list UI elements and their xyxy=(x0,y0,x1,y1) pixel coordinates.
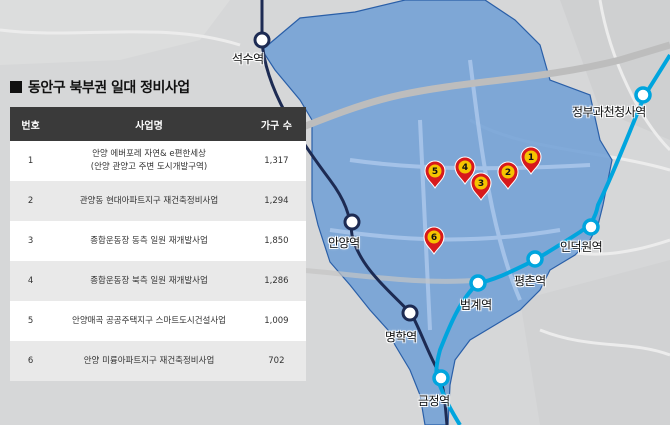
project-marker-label: 3 xyxy=(478,179,484,189)
station-beomgye-dot[interactable] xyxy=(469,274,487,292)
panel-title-text: 동안구 북부권 일대 정비사업 xyxy=(28,80,190,96)
project-table: 번호 사업명 가구 수 1 안양 에버포레 자연& e편한세상 (안양 관양고 주… xyxy=(10,107,306,381)
cell-number: 6 xyxy=(10,341,52,381)
station-jeongbu-dot[interactable] xyxy=(634,86,652,104)
station-geumjeong-dot[interactable] xyxy=(432,369,450,387)
cell-households: 1,009 xyxy=(246,301,306,341)
cell-number: 3 xyxy=(10,221,52,261)
cell-households: 1,317 xyxy=(246,141,306,181)
table-row: 2 관양동 현대아파트지구 재건축정비사업 1,294 xyxy=(10,181,306,221)
project-marker-label: 4 xyxy=(462,163,468,173)
cell-number: 4 xyxy=(10,261,52,301)
panel-title: 동안구 북부권 일대 정비사업 xyxy=(10,76,190,98)
station-seoksu-dot[interactable] xyxy=(253,31,271,49)
station-label-pyeongchon[interactable]: 평촌역 xyxy=(514,272,546,289)
station-anyang-dot[interactable] xyxy=(343,213,361,231)
station-pyeongchon-dot[interactable] xyxy=(526,250,544,268)
cell-households: 702 xyxy=(246,341,306,381)
table-header-row: 번호 사업명 가구 수 xyxy=(10,107,306,141)
cell-project-name: 종합운동장 북측 일원 재개발사업 xyxy=(51,261,247,301)
station-label-seoksu[interactable]: 석수역 xyxy=(232,50,264,67)
cell-number: 1 xyxy=(10,141,52,181)
station-myeonghak-dot[interactable] xyxy=(401,304,419,322)
title-bullet-icon xyxy=(10,81,22,93)
cell-project-name: 안양 미륭아파트지구 재건축정비사업 xyxy=(51,341,247,381)
project-marker-label: 1 xyxy=(528,153,534,163)
cell-number: 2 xyxy=(10,181,52,221)
cell-number: 5 xyxy=(10,301,52,341)
cell-households: 1,850 xyxy=(246,221,306,261)
table-row: 4 종합운동장 북측 일원 재개발사업 1,286 xyxy=(10,261,306,301)
cell-households: 1,286 xyxy=(246,261,306,301)
header-households: 가구 수 xyxy=(246,107,306,141)
station-label-beomgye[interactable]: 범계역 xyxy=(460,296,492,313)
table-row: 1 안양 에버포레 자연& e편한세상 (안양 관양고 주변 도시개발구역) 1,… xyxy=(10,141,306,181)
station-label-jeongbu[interactable]: 정부과천청사역 xyxy=(572,103,646,120)
cell-project-name: 안양 에버포레 자연& e편한세상 (안양 관양고 주변 도시개발구역) xyxy=(51,141,247,181)
cell-households: 1,294 xyxy=(246,181,306,221)
cell-project-name: 안양매곡 공공주택지구 스마트도시건설사업 xyxy=(51,301,247,341)
project-marker-label: 5 xyxy=(432,167,438,177)
table-row: 6 안양 미륭아파트지구 재건축정비사업 702 xyxy=(10,341,306,381)
station-label-myeonghak[interactable]: 명학역 xyxy=(385,328,417,345)
station-label-geumjeong[interactable]: 금정역 xyxy=(418,392,450,409)
station-indeogwon-dot[interactable] xyxy=(582,218,600,236)
table-row: 3 종합운동장 동측 일원 재개발사업 1,850 xyxy=(10,221,306,261)
project-marker-label: 6 xyxy=(431,233,437,243)
station-label-indeogwon[interactable]: 인덕원역 xyxy=(560,238,603,255)
cell-project-name: 관양동 현대아파트지구 재건축정비사업 xyxy=(51,181,247,221)
table-row: 5 안양매곡 공공주택지구 스마트도시건설사업 1,009 xyxy=(10,301,306,341)
header-number: 번호 xyxy=(10,107,52,141)
station-label-anyang[interactable]: 안양역 xyxy=(328,234,360,251)
header-project-name: 사업명 xyxy=(51,107,247,141)
cell-project-name: 종합운동장 동측 일원 재개발사업 xyxy=(51,221,247,261)
project-marker-label: 2 xyxy=(505,168,511,178)
